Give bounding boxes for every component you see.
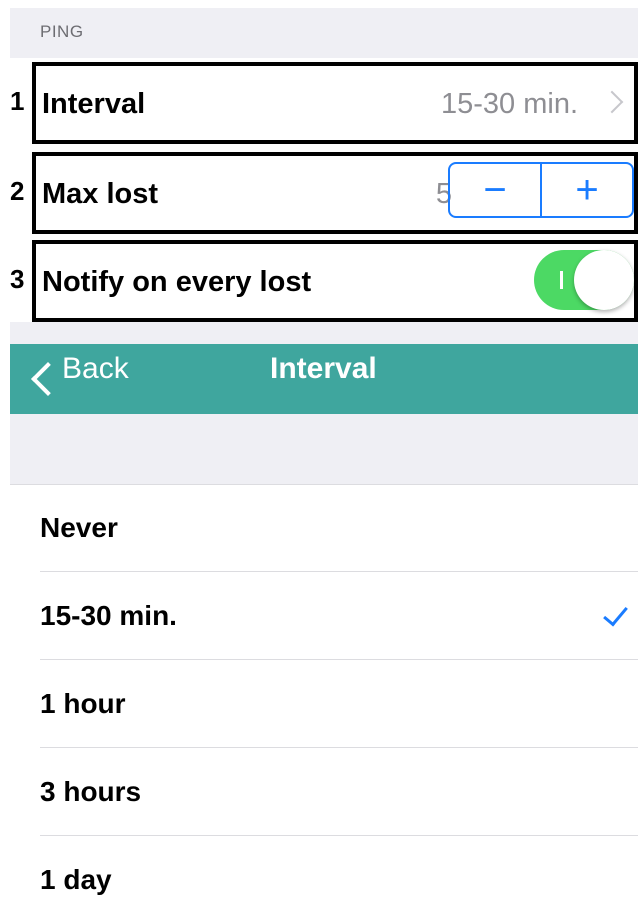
max-lost-stepper: − + xyxy=(448,162,634,218)
list-item-never[interactable]: Never xyxy=(0,484,638,572)
back-button[interactable]: Back xyxy=(62,344,129,394)
list-item-label: 1 day xyxy=(40,864,112,895)
interval-row[interactable]: Interval 15-30 min. xyxy=(32,62,638,144)
chevron-right-icon xyxy=(600,90,624,114)
list-item-3-hours[interactable]: 3 hours xyxy=(0,748,638,836)
list-item-label: Never xyxy=(40,512,118,543)
list-item-15-30-min[interactable]: 15-30 min. xyxy=(0,572,638,660)
list-item-label: 15-30 min. xyxy=(40,600,177,631)
section-header-label: PING xyxy=(40,22,84,41)
max-lost-row: Max lost 5 − + xyxy=(32,152,638,234)
list-item-label: 3 hours xyxy=(40,776,142,807)
nav-title: Interval xyxy=(270,352,377,385)
interval-value: 15-30 min. xyxy=(440,88,578,120)
increment-button[interactable]: + xyxy=(542,164,632,216)
list-item-label: 1 hour xyxy=(40,688,126,719)
navigation-bar: Back Interval xyxy=(10,344,638,414)
callout-number-2: 2 xyxy=(10,176,25,206)
max-lost-label: Max lost xyxy=(42,178,159,210)
top-strip xyxy=(0,0,638,8)
list-header-gap xyxy=(10,414,638,485)
notify-label: Notify on every lost xyxy=(42,266,312,298)
decrement-button[interactable]: − xyxy=(450,164,540,216)
notify-row: Notify on every lost xyxy=(32,240,638,322)
callout-number-1: 1 xyxy=(10,86,25,116)
interval-label: Interval xyxy=(42,88,146,120)
toggle-on-mark xyxy=(560,271,563,289)
list-item-1-hour[interactable]: 1 hour xyxy=(0,660,638,748)
callout-number-3: 3 xyxy=(10,264,25,294)
toggle-knob xyxy=(574,250,634,310)
chevron-left-icon[interactable] xyxy=(31,362,65,396)
notify-toggle[interactable] xyxy=(534,250,634,310)
section-header-ping: PING xyxy=(10,8,638,58)
checkmark-icon xyxy=(603,600,628,627)
list-item-1-day[interactable]: 1 day xyxy=(0,836,638,924)
